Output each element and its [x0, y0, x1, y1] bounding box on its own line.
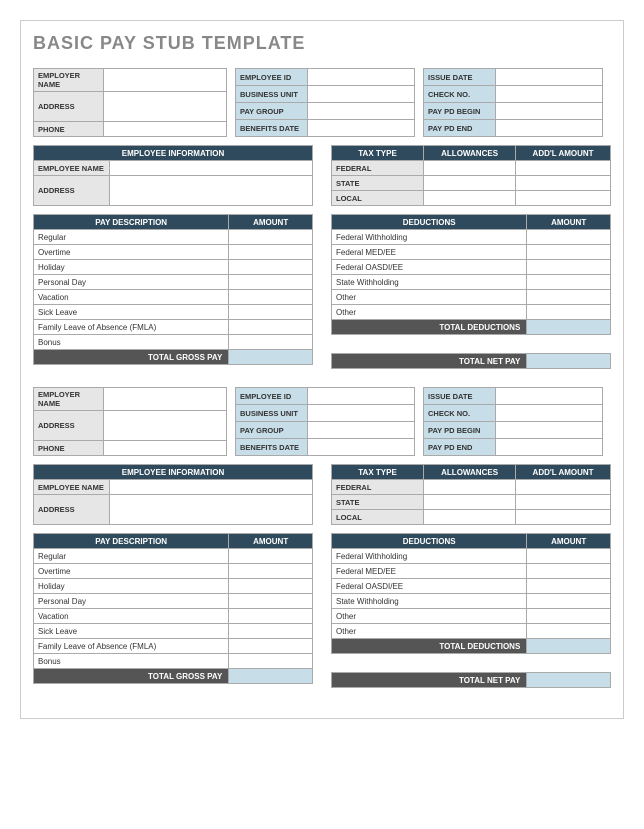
value-issue-date — [496, 69, 603, 86]
value-address — [104, 92, 227, 122]
label-benefits-date: BENEFITS DATE — [236, 120, 308, 137]
net-pay-block: TOTAL NET PAY — [331, 353, 611, 369]
value-employee-id — [308, 69, 415, 86]
date-block: ISSUE DATE CHECK NO. PAY PD BEGIN PAY PD… — [423, 387, 603, 456]
pay-item: Personal Day — [34, 275, 229, 290]
deduction-item: Federal MED/EE — [332, 245, 527, 260]
page-title: BASIC PAY STUB TEMPLATE — [33, 33, 611, 54]
deduction-item: Federal Withholding — [332, 230, 527, 245]
label-phone: PHONE — [34, 122, 104, 137]
pay-description-block: PAY DESCRIPTIONAMOUNT Regular Overtime H… — [33, 214, 313, 365]
label-employee-address: ADDRESS — [34, 176, 110, 206]
employee-id-block: EMPLOYEE ID BUSINESS UNIT PAY GROUP BENE… — [235, 68, 415, 137]
value-total-gross-pay — [229, 350, 313, 365]
value-employee-address — [110, 176, 313, 206]
header-deductions: DEDUCTIONS — [332, 215, 527, 230]
employer-block: EMPLOYER NAME ADDRESS PHONE — [33, 387, 227, 456]
label-pay-pd-begin: PAY PD BEGIN — [424, 103, 496, 120]
tax-block: TAX TYPEALLOWANCESADD'L AMOUNT FEDERAL S… — [331, 145, 611, 206]
label-total-deductions: TOTAL DEDUCTIONS — [332, 320, 527, 335]
label-total-net-pay: TOTAL NET PAY — [332, 354, 527, 369]
value-employer-name — [104, 69, 227, 92]
value-pay-pd-end — [496, 120, 603, 137]
value-business-unit — [308, 86, 415, 103]
header-tax-type: TAX TYPE — [332, 146, 424, 161]
header-employee-information: EMPLOYEE INFORMATION — [34, 146, 313, 161]
deduction-item: Other — [332, 305, 527, 320]
value-benefits-date — [308, 120, 415, 137]
employee-info-block: EMPLOYEE INFORMATION EMPLOYEE NAME ADDRE… — [33, 145, 313, 206]
header-amount: AMOUNT — [229, 215, 313, 230]
value-pay-pd-begin — [496, 103, 603, 120]
label-total-gross-pay: TOTAL GROSS PAY — [34, 350, 229, 365]
deduction-item: Federal OASDI/EE — [332, 260, 527, 275]
header-addl-amount: ADD'L AMOUNT — [516, 146, 611, 161]
label-employer-name: EMPLOYER NAME — [34, 69, 104, 92]
label-address: ADDRESS — [34, 92, 104, 122]
employee-info-block: EMPLOYEE INFORMATION EMPLOYEE NAME ADDRE… — [33, 464, 313, 525]
label-issue-date: ISSUE DATE — [424, 69, 496, 86]
pay-item: Regular — [34, 230, 229, 245]
pay-item: Family Leave of Absence (FMLA) — [34, 320, 229, 335]
value-total-deductions — [527, 320, 611, 335]
pay-item: Overtime — [34, 245, 229, 260]
value-employee-name — [110, 161, 313, 176]
header-amount: AMOUNT — [527, 215, 611, 230]
value-pay-group — [308, 103, 415, 120]
pay-item: Bonus — [34, 335, 229, 350]
label-employee-id: EMPLOYEE ID — [236, 69, 308, 86]
label-federal: FEDERAL — [332, 161, 424, 176]
pay-item: Holiday — [34, 260, 229, 275]
header-allowances: ALLOWANCES — [424, 146, 516, 161]
pay-item: Vacation — [34, 290, 229, 305]
value-check-no — [496, 86, 603, 103]
pay-item: Sick Leave — [34, 305, 229, 320]
pay-stub-1: EMPLOYER NAME ADDRESS PHONE EMPLOYEE ID … — [33, 68, 611, 369]
employee-id-block: EMPLOYEE ID BUSINESS UNIT PAY GROUP BENE… — [235, 387, 415, 456]
date-block: ISSUE DATE CHECK NO. PAY PD BEGIN PAY PD… — [423, 68, 603, 137]
pay-stub-2: EMPLOYER NAME ADDRESS PHONE EMPLOYEE ID … — [33, 387, 611, 688]
label-pay-group: PAY GROUP — [236, 103, 308, 120]
value-phone — [104, 122, 227, 137]
label-local: LOCAL — [332, 191, 424, 206]
label-employee-name: EMPLOYEE NAME — [34, 161, 110, 176]
employer-block: EMPLOYER NAME ADDRESS PHONE — [33, 68, 227, 137]
net-pay-block: TOTAL NET PAY — [331, 672, 611, 688]
label-check-no: CHECK NO. — [424, 86, 496, 103]
label-pay-pd-end: PAY PD END — [424, 120, 496, 137]
deductions-block: DEDUCTIONSAMOUNT Federal Withholding Fed… — [331, 214, 611, 335]
deduction-item: State Withholding — [332, 275, 527, 290]
label-state: STATE — [332, 176, 424, 191]
tax-block: TAX TYPEALLOWANCESADD'L AMOUNT FEDERAL S… — [331, 464, 611, 525]
value-total-net-pay — [527, 354, 611, 369]
deductions-block: DEDUCTIONSAMOUNT Federal Withholding Fed… — [331, 533, 611, 654]
label-business-unit: BUSINESS UNIT — [236, 86, 308, 103]
header-pay-description: PAY DESCRIPTION — [34, 215, 229, 230]
pay-description-block: PAY DESCRIPTIONAMOUNT Regular Overtime H… — [33, 533, 313, 684]
deduction-item: Other — [332, 290, 527, 305]
